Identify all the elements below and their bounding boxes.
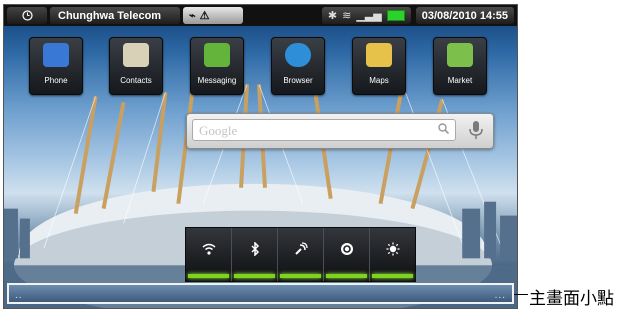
clock-icon	[7, 7, 47, 24]
search-placeholder: Google	[199, 123, 238, 138]
toggle-indicator	[188, 274, 229, 278]
maps-icon	[366, 43, 392, 67]
left-dots[interactable]: ..	[15, 290, 23, 301]
gps-icon	[294, 242, 308, 255]
app-contacts[interactable]: Contacts	[109, 37, 163, 95]
carrier-name: Chunghwa Telecom	[50, 7, 180, 24]
bluetooth-toggle[interactable]	[232, 228, 278, 281]
right-dots[interactable]: ...	[495, 290, 506, 301]
app-label: Messaging	[197, 76, 237, 85]
home-screen-dots[interactable]: .. ...	[7, 283, 514, 304]
battery-icon	[386, 10, 405, 21]
usb-icon: ⌁	[189, 10, 196, 22]
signal-icon: ▁▃▅	[356, 10, 382, 22]
market-icon	[447, 43, 473, 67]
wifi-icon	[202, 243, 215, 255]
wifi-toggle[interactable]	[186, 228, 232, 281]
app-browser[interactable]: Browser	[271, 37, 325, 95]
bluetooth-icon	[250, 242, 259, 256]
brightness-toggle[interactable]	[370, 228, 415, 281]
app-phone[interactable]: Phone	[29, 37, 83, 95]
warning-icon: ⚠	[199, 10, 210, 22]
toggle-indicator	[280, 274, 321, 278]
callout-leader-line	[514, 294, 528, 295]
status-datetime: 03/08/2010 14:55	[415, 7, 514, 24]
search-input[interactable]: Google	[192, 119, 456, 141]
sync-icon	[340, 243, 353, 255]
brightness-icon	[386, 242, 399, 256]
search-icon[interactable]	[438, 123, 449, 134]
wifi-status-icon: ≋	[342, 10, 352, 22]
notification-icons: ⌁ ⚠	[183, 7, 243, 24]
system-icons: ✱ ≋ ▁▃▅	[321, 7, 411, 24]
bluetooth-status-icon: ✱	[327, 10, 338, 22]
google-search-widget[interactable]: Google	[186, 113, 494, 149]
phone-icon	[43, 43, 69, 67]
app-label: Contacts	[120, 76, 152, 85]
microphone-icon[interactable]	[465, 119, 487, 141]
app-label: Browser	[283, 76, 313, 85]
toggle-indicator	[326, 274, 367, 278]
gps-toggle[interactable]	[278, 228, 324, 281]
toggle-indicator	[234, 274, 275, 278]
app-messaging[interactable]: Messaging	[190, 37, 244, 95]
messaging-icon	[204, 43, 230, 67]
app-label: Maps	[369, 76, 389, 85]
app-market[interactable]: Market	[433, 37, 487, 95]
status-bar[interactable]: Chunghwa Telecom ⌁ ⚠ ✱ ≋ ▁▃▅ 03/08/2010 …	[4, 5, 517, 26]
app-label: Phone	[44, 76, 68, 85]
app-label: Market	[447, 76, 473, 85]
globe-icon	[285, 43, 311, 67]
toggle-indicator	[372, 274, 413, 278]
power-control-widget	[185, 227, 416, 282]
contacts-icon	[123, 43, 149, 67]
callout-label: 主畫面小點	[529, 289, 614, 309]
app-maps[interactable]: Maps	[352, 37, 406, 95]
sync-toggle[interactable]	[324, 228, 370, 281]
device-screen: Chunghwa Telecom ⌁ ⚠ ✱ ≋ ▁▃▅ 03/08/2010 …	[3, 4, 518, 309]
